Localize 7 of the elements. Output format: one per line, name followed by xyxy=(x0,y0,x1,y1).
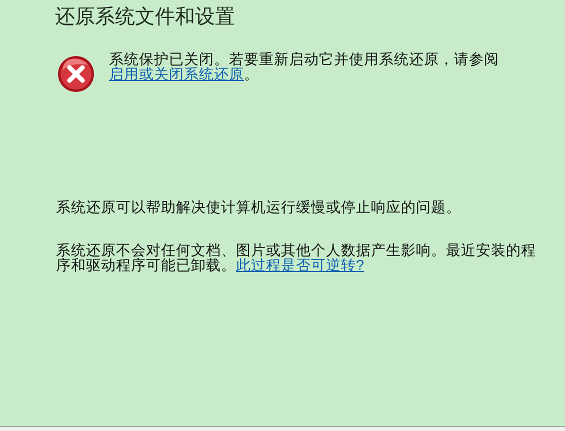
info-paragraph: 系统还原不会对任何文档、图片或其他个人数据产生影响。最近安装的程序和驱动程序可能已卸载。此过程是否可逆转? xyxy=(56,244,537,274)
help-link[interactable]: 此过程是否可逆转? xyxy=(236,258,364,274)
help-link[interactable]: 启用或关闭系统还原 xyxy=(109,67,244,83)
error-icon xyxy=(57,55,95,93)
notice-text: 系统保护已关闭。若要重新启动它并使用系统还原，请参阅 启用或关闭系统还原。 xyxy=(109,53,500,85)
page-title: 还原系统文件和设置 xyxy=(55,5,235,30)
info-paragraph: 系统还原可以帮助解决使计算机运行缓慢或停止响应的问题。 xyxy=(56,201,462,216)
